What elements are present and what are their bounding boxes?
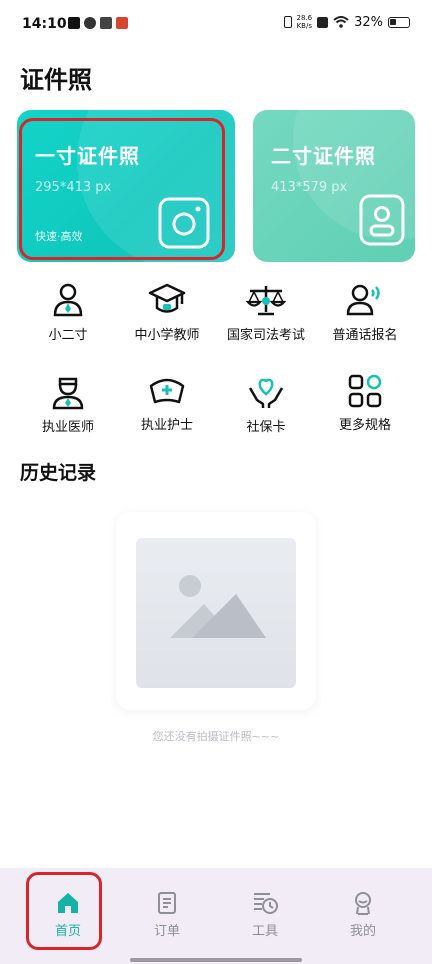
image-placeholder-icon [136,538,296,688]
category-label: 小二寸 [48,328,88,343]
home-icon [58,893,78,913]
square-icon [100,17,112,29]
category-label: 执业护士 [140,418,193,433]
heart-hands-icon [248,378,284,408]
category-small-two-inch[interactable]: 小二寸 [14,282,122,343]
category-label: 普通话报名 [332,328,398,343]
status-time: 14:10 [22,16,67,32]
category-doctor[interactable]: 执业医师 [14,374,122,435]
category-label: 中小学教师 [134,328,200,343]
category-mandarin-exam[interactable]: 普通话报名 [311,282,419,343]
order-icon [158,892,176,914]
red-app-icon [116,17,128,29]
category-label: 执业医师 [41,420,94,435]
card-size: 413*579 px [271,180,348,195]
card-title: 一寸证件照 [35,144,140,168]
speaking-person-icon [346,284,380,316]
card-title: 二寸证件照 [271,144,376,168]
tab-label: 首页 [54,924,81,939]
card-size: 295*413 px [35,180,112,195]
category-label: 更多规格 [338,418,391,433]
scales-icon [246,286,286,316]
tools-icon [254,893,278,914]
person-tie-icon [53,283,83,317]
tiktok-icon [68,17,80,29]
image-placeholder-graphic [170,575,266,638]
category-nurse[interactable]: 执业护士 [113,374,221,433]
wifi-icon [333,16,349,28]
tab-label: 订单 [153,924,180,939]
nurse-cap-icon [149,378,185,404]
notification-icons [68,17,128,29]
category-social-security[interactable]: 社保卡 [212,374,320,435]
doctor-icon [52,377,84,410]
network-speed-value: 28.6 [296,14,313,22]
network-speed-unit: KB/s [296,22,312,30]
history-title: 历史记录 [20,462,97,484]
empty-history-text: 您还没有拍摄证件照~~~ [152,730,280,743]
home-indicator[interactable] [130,958,302,962]
app-notification-icon [84,17,96,29]
tab-orders[interactable]: 订单 [127,890,207,939]
page-title: 证件照 [20,66,92,94]
battery-icon [388,16,410,28]
network-speed: 28.6 KB/s [297,14,313,30]
bottom-tab-bar: 首页 订单 工具 我的 [0,868,432,964]
status-bar: 14:10 28.6 KB/s 32% [0,0,432,50]
battery-percent: 32% [354,14,383,30]
category-more-specs[interactable]: 更多规格 [311,374,419,433]
empty-history-illustration [116,512,316,710]
two-inch-photo-card[interactable]: 二寸证件照 413*579 px [253,110,415,262]
tab-profile[interactable]: 我的 [323,890,403,939]
card-tag: 快速·高效 [35,230,83,243]
x-box-icon [317,16,329,28]
camera-icon [158,197,210,249]
category-label: 国家司法考试 [226,328,305,343]
id-card-icon [359,194,405,246]
profile-icon [355,892,371,915]
tab-label: 工具 [251,924,278,939]
tab-home[interactable]: 首页 [28,890,108,939]
one-inch-photo-card[interactable]: 一寸证件照 295*413 px 快速·高效 [17,110,235,262]
category-judicial-exam[interactable]: 国家司法考试 [212,282,320,343]
vibrate-icon [283,16,292,28]
category-label: 社保卡 [246,420,286,435]
grid-icon [348,374,382,408]
category-teacher[interactable]: 中小学教师 [113,282,221,343]
tab-tools[interactable]: 工具 [225,890,305,939]
graduation-cap-icon [148,283,186,313]
tab-label: 我的 [349,924,376,939]
